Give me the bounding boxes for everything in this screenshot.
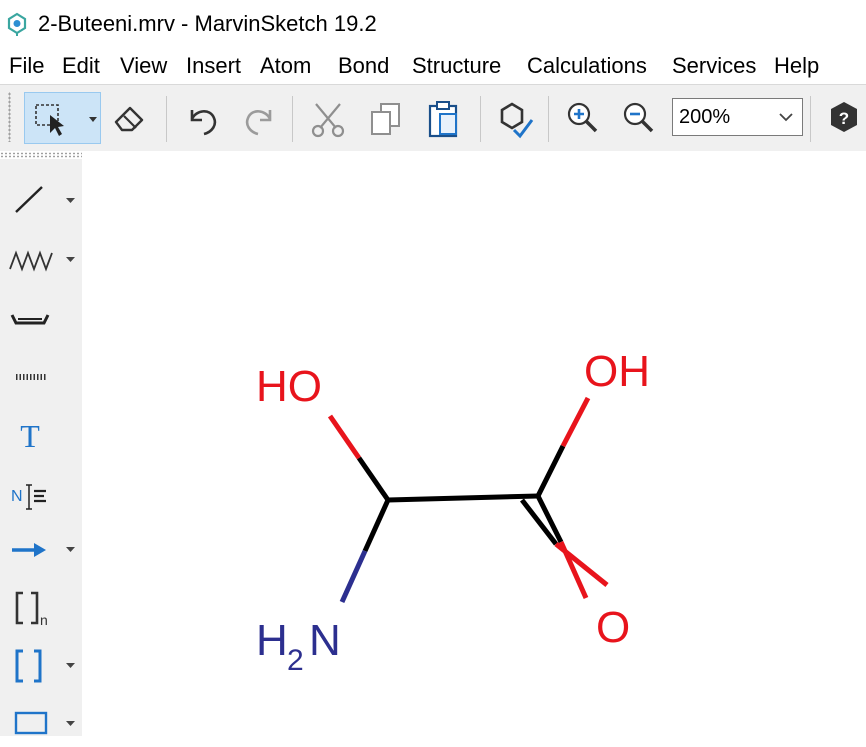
menu-structure[interactable]: Structure — [412, 52, 501, 80]
redo-button[interactable] — [236, 92, 280, 144]
name-to-structure-tool[interactable]: N — [6, 467, 80, 515]
toolbar-separator — [166, 96, 167, 142]
menu-bar: File Edit View Insert Atom Bond Structur… — [0, 48, 866, 85]
zoom-out-button[interactable] — [618, 92, 662, 144]
toolbar-separator — [480, 96, 481, 142]
redo-icon — [245, 110, 272, 136]
dropdown-arrow-icon — [66, 198, 75, 203]
title-bar: 2-Buteeni.mrv - MarvinSketch 19.2 — [0, 0, 866, 48]
rectangle-select-icon — [35, 104, 97, 136]
menu-atom[interactable]: Atom — [260, 52, 311, 80]
sgroup-bracket-tool[interactable]: n — [6, 583, 80, 631]
window-title: 2-Buteeni.mrv - MarvinSketch 19.2 — [38, 11, 377, 36]
zoom-in-icon — [567, 102, 598, 133]
left-toolbar-grip[interactable] — [0, 152, 82, 158]
bond-carbon-half — [535, 444, 566, 498]
dropdown-arrow-icon — [66, 257, 75, 262]
chain-icon — [9, 250, 75, 272]
zoom-out-icon — [623, 102, 654, 133]
single-bond-tool[interactable] — [6, 177, 80, 225]
menu-file[interactable]: File — [9, 52, 44, 80]
chevron-down-icon — [779, 113, 793, 122]
sgroup-bracket-icon: n — [15, 591, 48, 628]
menu-bond[interactable]: Bond — [338, 52, 389, 80]
dropdown-arrow-icon — [66, 721, 75, 726]
zoom-select[interactable]: 200% — [672, 98, 803, 136]
name-tool-glyph: N — [11, 488, 23, 505]
zoom-in-button[interactable] — [562, 92, 606, 144]
single-bond-icon — [15, 186, 75, 213]
chain-tool[interactable] — [6, 235, 80, 283]
molecule-structure: HO OH O H 2 N — [256, 347, 650, 677]
arrow-right-icon — [12, 543, 75, 557]
menu-view[interactable]: View — [120, 52, 167, 80]
copy-icon — [371, 103, 400, 135]
undo-button[interactable] — [180, 92, 224, 144]
toolbar-separator — [292, 96, 293, 142]
reaction-arrow-tool[interactable] — [6, 525, 80, 573]
bond-carbon-half — [356, 456, 391, 502]
toolbar-separator — [548, 96, 549, 142]
bracket-tool[interactable] — [6, 641, 80, 689]
dropdown-arrow-icon — [89, 117, 97, 122]
ring-tool[interactable] — [6, 293, 80, 341]
left-toolbar: T N n — [0, 159, 82, 736]
cut-button[interactable] — [306, 92, 350, 144]
sgroup-subscript: n — [40, 612, 48, 628]
dashed-bond-tool[interactable] — [6, 351, 80, 399]
clean-structure-button[interactable] — [494, 92, 538, 144]
ring-template-icon — [10, 314, 50, 325]
selection-tool-button[interactable] — [24, 92, 101, 144]
bond-oxygen-half — [327, 414, 362, 460]
menu-edit[interactable]: Edit — [62, 52, 100, 80]
bracket-icon — [15, 649, 75, 683]
toolbar-separator — [810, 96, 811, 142]
eraser-button[interactable] — [108, 92, 152, 144]
dashed-bond-icon — [16, 374, 46, 380]
dropdown-arrow-icon — [66, 547, 75, 552]
text-tool-glyph: T — [20, 418, 40, 454]
help-button[interactable]: ? — [822, 92, 866, 144]
bond-oxygen-half — [560, 396, 591, 448]
zoom-value: 200% — [679, 106, 731, 128]
atom-label-amine-subscript: 2 — [287, 644, 304, 677]
clean-structure-icon — [500, 102, 534, 139]
text-icon: T — [20, 418, 40, 454]
marvinsketch-logo-icon — [7, 12, 27, 36]
text-tool[interactable]: T — [6, 409, 80, 457]
help-icon: ? — [831, 102, 857, 132]
atom-label-amine-h: H — [256, 616, 288, 665]
rectangle-icon — [14, 711, 75, 735]
atom-label-hydroxyl-right: OH — [584, 347, 650, 396]
menu-insert[interactable]: Insert — [186, 52, 241, 80]
atom-label-amine-n: N — [309, 616, 341, 665]
bond-nitrogen-half — [339, 549, 368, 604]
menu-calculations[interactable]: Calculations — [527, 52, 647, 80]
scissors-icon — [311, 103, 345, 138]
svg-text:?: ? — [839, 109, 849, 128]
toolbar-grip[interactable] — [8, 92, 11, 142]
drawing-canvas[interactable]: HO OH O H 2 N — [83, 152, 866, 736]
menu-services[interactable]: Services — [672, 52, 756, 80]
atom-label-hydroxyl-left: HO — [256, 362, 322, 411]
atom-label-carbonyl-oxygen: O — [596, 603, 630, 652]
name-to-structure-icon: N — [11, 484, 46, 510]
double-bond-oxygen-half — [554, 542, 609, 587]
paste-icon — [428, 101, 458, 138]
eraser-icon — [114, 106, 144, 132]
rectangle-tool[interactable] — [6, 699, 80, 747]
paste-button[interactable] — [422, 92, 466, 144]
menu-help[interactable]: Help — [774, 52, 819, 80]
bond-c-c — [387, 493, 539, 503]
dropdown-arrow-icon — [66, 663, 75, 668]
bond-carbon-half — [362, 498, 391, 553]
copy-button[interactable] — [364, 92, 408, 144]
undo-icon — [190, 110, 217, 136]
